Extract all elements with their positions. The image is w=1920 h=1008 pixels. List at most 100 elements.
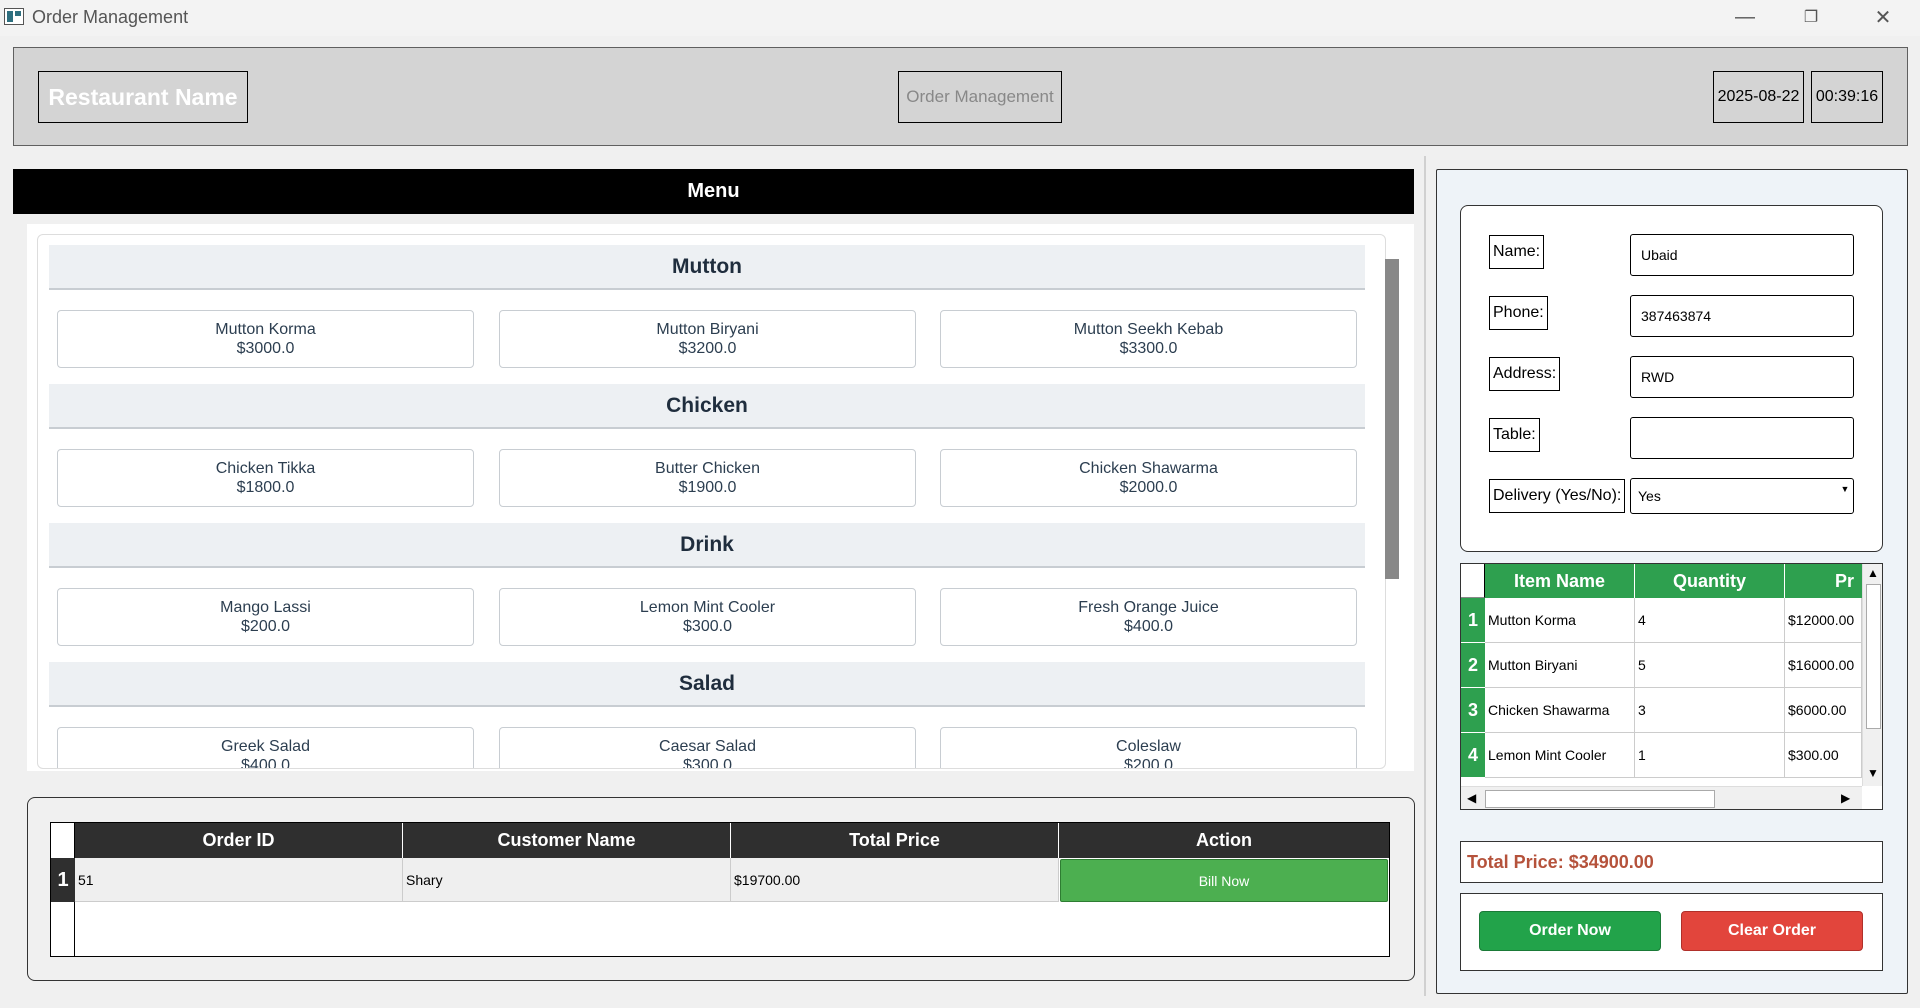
scrollbar-thumb[interactable] — [1866, 584, 1881, 729]
menu-item-card[interactable]: Fresh Orange Juice $400.0 — [940, 588, 1357, 646]
cart-item-name[interactable]: Mutton Biryani — [1485, 643, 1635, 688]
scroll-left-icon[interactable]: ◀ — [1467, 791, 1476, 805]
address-label: Address: — [1489, 357, 1561, 391]
item-name: Chicken Shawarma — [1079, 460, 1218, 477]
item-name: Mutton Korma — [215, 321, 316, 338]
item-name: Caesar Salad — [659, 738, 756, 755]
item-name: Mango Lassi — [220, 599, 311, 616]
item-price: $300.0 — [683, 618, 732, 635]
app-header: Restaurant Name Order Management 2025-08… — [13, 47, 1908, 146]
row-number[interactable]: 1 — [51, 858, 75, 902]
menu-item-card[interactable]: Butter Chicken $1900.0 — [499, 449, 916, 507]
close-icon[interactable]: ✕ — [1850, 0, 1916, 34]
table-label: Table: — [1489, 418, 1540, 452]
delivery-value: Yes — [1638, 488, 1661, 504]
menu-scroll-area[interactable]: Mutton Mutton Korma $3000.0 Mutton Birya… — [27, 224, 1414, 771]
column-header-total-price[interactable]: Total Price — [731, 823, 1059, 858]
panel-divider[interactable] — [1424, 156, 1426, 996]
minimize-icon[interactable]: — — [1712, 0, 1778, 34]
orders-table: Order ID Customer Name Total Price Actio… — [50, 822, 1390, 957]
menu-item-card[interactable]: Greek Salad $400.0 — [57, 727, 474, 769]
order-id-cell[interactable]: 51 — [75, 858, 403, 902]
cart-item-name[interactable]: Mutton Korma — [1485, 598, 1635, 643]
scroll-up-icon[interactable]: ▲ — [1867, 566, 1879, 580]
menu-item-card[interactable]: Chicken Tikka $1800.0 — [57, 449, 474, 507]
column-header-action[interactable]: Action — [1059, 823, 1389, 858]
cart-item-quantity[interactable]: 4 — [1635, 598, 1785, 643]
table-corner — [1461, 564, 1485, 598]
customer-name-cell[interactable]: Shary — [403, 858, 731, 902]
cart-item-price[interactable]: $16000.00 — [1785, 643, 1862, 688]
chevron-down-icon[interactable]: ▼ — [1839, 484, 1851, 498]
menu-item-card[interactable]: Coleslaw $200.0 — [940, 727, 1357, 769]
cart-item-price[interactable]: $300.00 — [1785, 733, 1862, 778]
column-header-customer-name[interactable]: Customer Name — [403, 823, 731, 858]
column-header-price[interactable]: Pr — [1785, 564, 1862, 598]
scrollbar-thumb[interactable] — [1485, 790, 1715, 808]
phone-label: Phone: — [1489, 296, 1548, 330]
row-header-column — [51, 902, 75, 957]
address-field[interactable]: RWD — [1630, 356, 1854, 398]
menu-item-card[interactable]: Mutton Korma $3000.0 — [57, 310, 474, 368]
scroll-down-icon[interactable]: ▼ — [1867, 766, 1879, 780]
restaurant-name: Restaurant Name — [38, 71, 248, 123]
item-price: $300.0 — [683, 757, 732, 769]
menu-item-card[interactable]: Mutton Seekh Kebab $3300.0 — [940, 310, 1357, 368]
menu-item-card[interactable]: Mango Lassi $200.0 — [57, 588, 474, 646]
cart-item-quantity[interactable]: 1 — [1635, 733, 1785, 778]
table-corner — [51, 823, 75, 858]
item-name: Lemon Mint Cooler — [639, 599, 776, 616]
row-number[interactable]: 4 — [1461, 733, 1485, 778]
item-name: Butter Chicken — [655, 460, 760, 477]
name-label: Name: — [1489, 235, 1545, 269]
name-field[interactable]: Ubaid — [1630, 234, 1854, 276]
item-price: $200.0 — [241, 618, 290, 635]
clear-order-button[interactable]: Clear Order — [1681, 911, 1863, 951]
item-price: $400.0 — [241, 757, 290, 769]
cart-item-quantity[interactable]: 5 — [1635, 643, 1785, 688]
window-titlebar: Order Management — ❐ ✕ — [0, 0, 1920, 36]
row-number[interactable]: 2 — [1461, 643, 1485, 688]
menu-item-card[interactable]: Mutton Biryani $3200.0 — [499, 310, 916, 368]
menu-item-card[interactable]: Lemon Mint Cooler $300.0 — [499, 588, 916, 646]
phone-field[interactable]: 387463874 — [1630, 295, 1854, 337]
total-price-cell[interactable]: $19700.00 — [731, 858, 1059, 902]
item-price: $1900.0 — [678, 479, 737, 496]
cart-item-price[interactable]: $12000.00 — [1785, 598, 1862, 643]
menu-scrollbar[interactable] — [1385, 259, 1399, 579]
restore-icon[interactable]: ❐ — [1778, 0, 1844, 34]
item-price: $200.0 — [1124, 757, 1173, 769]
delivery-select[interactable]: Yes ▼ — [1630, 478, 1854, 514]
total-price-display: Total Price: $34900.00 — [1460, 841, 1883, 883]
row-number[interactable]: 1 — [1461, 598, 1485, 643]
menu-title: Menu — [13, 169, 1414, 214]
row-number[interactable]: 3 — [1461, 688, 1485, 733]
item-price: $3200.0 — [678, 340, 737, 357]
menu-content: Mutton Mutton Korma $3000.0 Mutton Birya… — [37, 234, 1386, 769]
scroll-right-icon[interactable]: ▶ — [1841, 791, 1850, 805]
item-name: Chicken Tikka — [215, 460, 316, 477]
category-header: Mutton — [49, 245, 1365, 290]
item-price: $400.0 — [1124, 618, 1173, 635]
menu-item-card[interactable]: Caesar Salad $300.0 — [499, 727, 916, 769]
cart-item-quantity[interactable]: 3 — [1635, 688, 1785, 733]
cart-horizontal-scrollbar[interactable]: ◀ ▶ — [1461, 786, 1862, 809]
cart-item-name[interactable]: Chicken Shawarma — [1485, 688, 1635, 733]
cart-item-name[interactable]: Lemon Mint Cooler — [1485, 733, 1635, 778]
item-name: Mutton Biryani — [656, 321, 759, 338]
column-header-quantity[interactable]: Quantity — [1635, 564, 1785, 598]
item-name: Mutton Seekh Kebab — [1073, 321, 1224, 338]
bill-now-button[interactable]: Bill Now — [1060, 859, 1388, 902]
column-header-item-name[interactable]: Item Name — [1485, 564, 1635, 598]
order-now-button[interactable]: Order Now — [1479, 911, 1661, 951]
cart-item-price[interactable]: $6000.00 — [1785, 688, 1862, 733]
header-title: Order Management — [898, 71, 1062, 123]
time-display: 00:39:16 — [1811, 71, 1883, 123]
menu-item-card[interactable]: Chicken Shawarma $2000.0 — [940, 449, 1357, 507]
item-price: $1800.0 — [236, 479, 295, 496]
column-header-order-id[interactable]: Order ID — [75, 823, 403, 858]
item-price: $3000.0 — [236, 340, 295, 357]
cart-vertical-scrollbar[interactable]: ▲ ▼ — [1862, 564, 1882, 786]
table-field[interactable] — [1630, 417, 1854, 459]
item-name: Coleslaw — [1116, 738, 1181, 755]
